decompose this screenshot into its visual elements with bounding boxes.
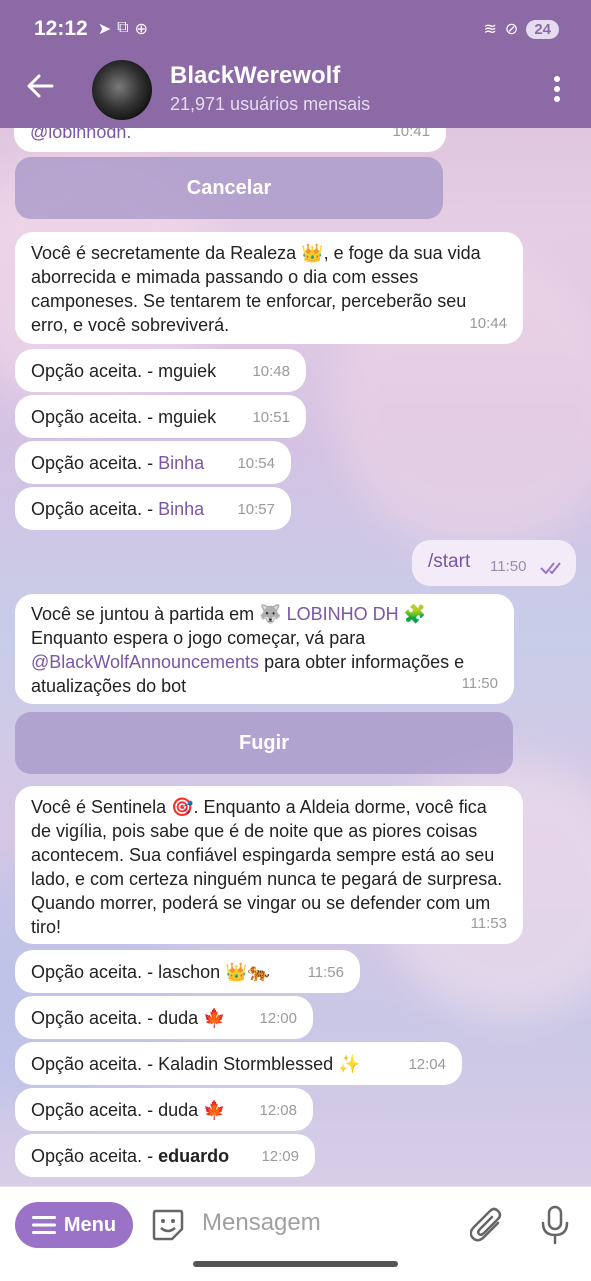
message-time: 12:08 (259, 1102, 297, 1119)
chat-header-overlay: 12:12 ➤ ⧉ ⊕ ≋ ⊘ 24 BlackWerewolf 21,971 … (0, 0, 591, 128)
wifi-icon: ≋ (483, 21, 497, 38)
message-text: Enquanto espera o jogo começar, vá para (31, 628, 366, 648)
screenshot-icon: ⧉ (117, 19, 129, 36)
message-user: eduardo (158, 1146, 230, 1166)
message-user-link[interactable]: Binha (158, 499, 204, 519)
hamburger-icon (31, 1216, 56, 1234)
message-time: 12:09 (261, 1148, 299, 1165)
message-bubble: Opção aceita. - mguiek 10:48 (15, 349, 306, 392)
message-text: Você é Sentinela 🎯. Enquanto a Aldeia do… (31, 797, 503, 937)
message-time: 10:44 (469, 315, 507, 332)
message-time: 12:00 (259, 1010, 297, 1027)
status-bar: 12:12 ➤ ⧉ ⊕ ≋ ⊘ 24 (34, 14, 559, 44)
message-user: Kaladin Stormblessed ✨ (158, 1054, 361, 1074)
message-prefix: Opção aceita. - (31, 361, 159, 381)
message-prefix: Opção aceita. - (31, 1100, 159, 1120)
bot-menu-button[interactable]: Menu (15, 1202, 133, 1248)
message-time: 12:04 (408, 1056, 446, 1073)
message-input[interactable]: Mensagem (202, 1209, 321, 1237)
chat-subtitle: 21,971 usuários mensais (170, 94, 371, 114)
group-link[interactable]: 🐺 LOBINHO DH 🧩 (259, 604, 426, 624)
home-indicator[interactable] (193, 1261, 398, 1267)
cancel-button[interactable]: Cancelar (15, 157, 443, 219)
attach-icon[interactable] (470, 1207, 504, 1245)
chat-title[interactable]: BlackWerewolf (170, 62, 340, 90)
flee-button[interactable]: Fugir (15, 712, 513, 774)
microphone-icon[interactable] (540, 1205, 570, 1245)
message-bubble: Você é secretamente da Realeza 👑, e foge… (15, 232, 523, 344)
message-user: mguiek (158, 361, 217, 381)
command-link[interactable]: /start (428, 551, 470, 573)
message-bubble: Opção aceita. - Kaladin Stormblessed ✨ 1… (15, 1042, 462, 1085)
message-prefix: Opção aceita. - (31, 962, 159, 982)
message-time: 11:53 (470, 915, 507, 932)
status-time: 12:12 (34, 17, 88, 40)
message-bubble: Opção aceita. - laschon 👑🐅 11:56 (15, 950, 360, 993)
message-input-bar: Menu Mensagem (0, 1186, 591, 1281)
message-bubble: Opção aceita. - Binha 10:57 (15, 487, 291, 530)
message-time: 11:56 (307, 964, 344, 981)
notification-icons: ➤ ⧉ ⊕ (98, 19, 148, 39)
message-time: 10:54 (237, 455, 275, 472)
battery-indicator: 24 (526, 19, 559, 39)
emoji-sticker-icon[interactable] (150, 1207, 186, 1243)
message-user-link[interactable]: Binha (158, 453, 204, 473)
message-prefix: Opção aceita. - (31, 1008, 159, 1028)
message-prefix: Opção aceita. - (31, 499, 159, 519)
message-bubble: Você se juntou à partida em 🐺 LOBINHO DH… (15, 594, 514, 704)
message-prefix: Opção aceita. - (31, 1054, 159, 1074)
add-circle-icon: ⊕ (134, 21, 148, 38)
message-bubble: Opção aceita. - mguiek 10:51 (15, 395, 306, 438)
message-prefix: Opção aceita. - (31, 1146, 159, 1166)
message-bubble: Você é Sentinela 🎯. Enquanto a Aldeia do… (15, 786, 523, 944)
menu-label: Menu (63, 1213, 117, 1236)
message-time: 10:57 (237, 501, 275, 518)
message-user: duda 🍁 (158, 1008, 226, 1028)
outgoing-message-bubble: /start 11:50 (412, 540, 576, 586)
message-text: Você é secretamente da Realeza 👑, e foge… (31, 243, 481, 335)
message-prefix: Opção aceita. - (31, 407, 159, 427)
message-time: 11:50 (461, 675, 498, 692)
dnd-icon: ⊘ (504, 21, 519, 38)
more-options-icon[interactable] (553, 76, 561, 102)
message-user: duda 🍁 (158, 1100, 226, 1120)
message-bubble: Opção aceita. - duda 🍁 12:00 (15, 996, 313, 1039)
message-bubble: Opção aceita. - Binha 10:54 (15, 441, 291, 484)
message-bubble: Opção aceita. - duda 🍁 12:08 (15, 1088, 313, 1131)
message-prefix: Opção aceita. - (31, 453, 159, 473)
message-text: Você se juntou à partida em (31, 604, 260, 624)
read-checkmarks-icon (540, 562, 561, 574)
telegram-icon: ➤ (97, 21, 112, 38)
back-arrow-icon[interactable] (26, 72, 54, 100)
message-time: 10:51 (252, 409, 290, 426)
message-user: laschon 👑🐅 (158, 962, 270, 982)
channel-link[interactable]: @BlackWolfAnnouncements (31, 652, 259, 672)
chat-avatar[interactable] (92, 60, 152, 120)
message-bubble: Opção aceita. - eduardo 12:09 (15, 1134, 315, 1177)
message-time: 10:48 (252, 363, 290, 380)
message-user: mguiek (158, 407, 217, 427)
message-time: 11:50 (490, 558, 527, 575)
